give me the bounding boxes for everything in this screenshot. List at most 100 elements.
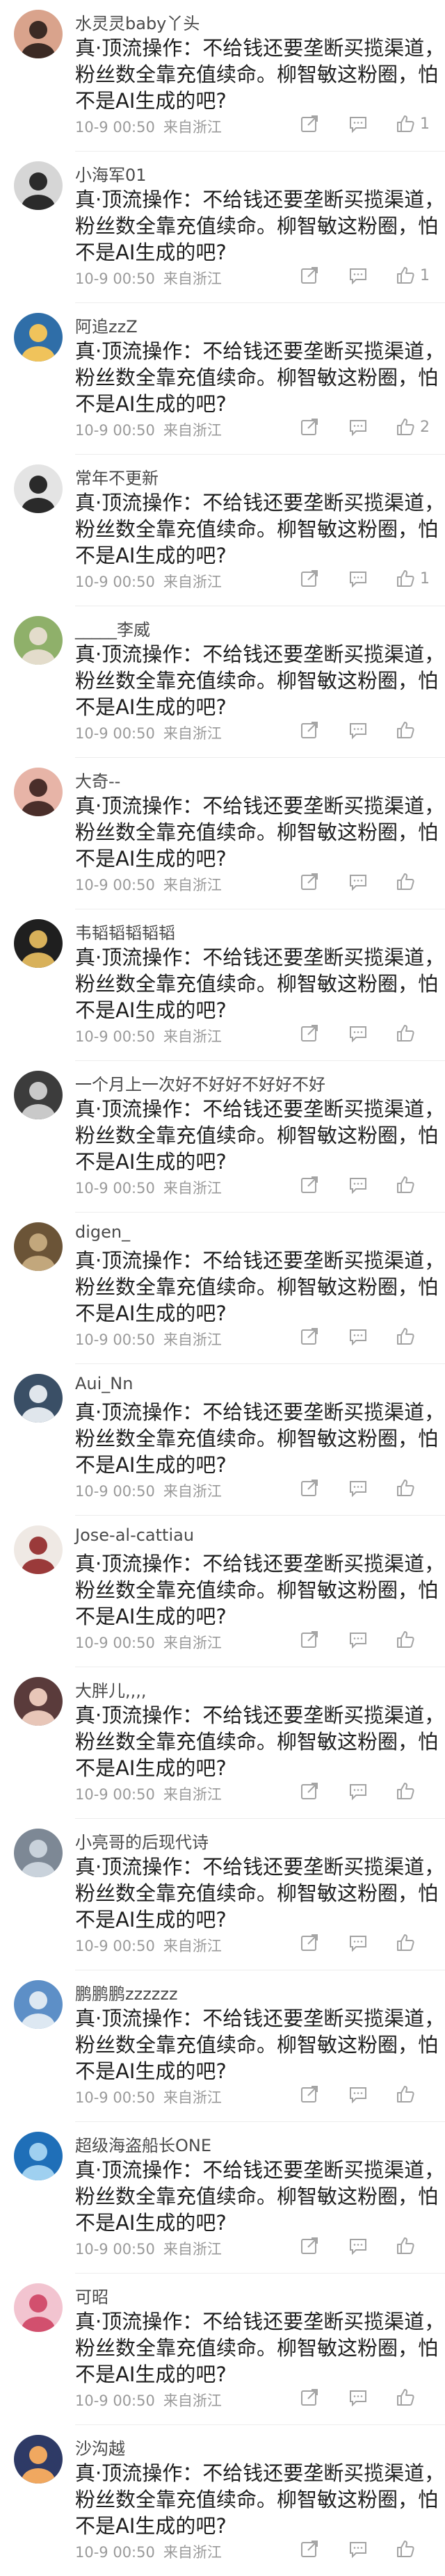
reply-button[interactable] [348, 1171, 369, 1199]
avatar[interactable] [14, 2132, 63, 2180]
comment-text-line: 不是AI生成的吧? [75, 89, 227, 113]
share-icon [299, 416, 320, 437]
like-button[interactable] [395, 1322, 420, 1350]
like-button[interactable] [395, 1019, 420, 1047]
reply-button[interactable] [348, 1929, 369, 1957]
reply-button[interactable] [348, 1322, 369, 1350]
share-button[interactable] [299, 110, 320, 138]
like-button[interactable] [395, 2383, 420, 2411]
like-button[interactable] [395, 716, 420, 744]
share-button[interactable] [299, 261, 320, 289]
comment-meta: 10-9 00:50 来自浙江 [75, 1177, 222, 1198]
like-button[interactable] [395, 1171, 420, 1199]
thumbs-up-icon [395, 1023, 416, 1044]
username[interactable]: 小亮哥的后现代诗 [75, 1829, 209, 1853]
username[interactable]: 大奇-- [75, 768, 120, 792]
like-button[interactable]: 1 [395, 565, 430, 592]
username[interactable]: digen_ [75, 1222, 130, 1242]
share-button[interactable] [299, 868, 320, 896]
username[interactable]: 超级海盗船长ONE [75, 2132, 211, 2156]
share-button[interactable] [299, 1474, 320, 1502]
comment-item: 阿追zzZ 真·顶流操作：不给钱还要垄断买揽渠道， 粉丝数全靠充值续命。柳智敏这… [0, 303, 445, 455]
like-button[interactable] [395, 2232, 420, 2260]
username[interactable]: 阿追zzZ [75, 313, 138, 337]
share-button[interactable] [299, 1626, 320, 1653]
avatar[interactable] [14, 1071, 63, 1119]
like-button[interactable] [395, 1626, 420, 1653]
reply-button[interactable] [348, 413, 369, 441]
comment-item: 水灵灵baby丫头 真·顶流操作：不给钱还要垄断买揽渠道， 粉丝数全靠充值续命。… [0, 0, 445, 152]
share-button[interactable] [299, 716, 320, 744]
avatar[interactable] [14, 616, 63, 665]
like-button[interactable] [395, 1929, 420, 1957]
username[interactable]: Jose-al-cattiau [75, 1525, 194, 1545]
avatar[interactable] [14, 1980, 63, 2029]
like-button[interactable] [395, 2535, 420, 2563]
reply-button[interactable] [348, 1474, 369, 1502]
avatar[interactable] [14, 464, 63, 513]
comment-time: 10-9 00:50 [75, 422, 155, 439]
avatar[interactable] [14, 919, 63, 968]
reply-button[interactable] [348, 261, 369, 289]
like-button[interactable] [395, 1474, 420, 1502]
share-button[interactable] [299, 2383, 320, 2411]
share-button[interactable] [299, 2232, 320, 2260]
share-button[interactable] [299, 2080, 320, 2108]
share-button[interactable] [299, 565, 320, 592]
avatar[interactable] [14, 2435, 63, 2484]
like-button[interactable]: 2 [395, 413, 430, 441]
reply-button[interactable] [348, 2080, 369, 2108]
reply-button[interactable] [348, 565, 369, 592]
share-button[interactable] [299, 413, 320, 441]
username[interactable]: 大胖儿,,,, [75, 1677, 147, 1701]
reply-button[interactable] [348, 2383, 369, 2411]
username[interactable]: 可昭 [75, 2283, 108, 2308]
username[interactable]: 小海军01 [75, 161, 147, 186]
comment-text-line: 不是AI生成的吧? [75, 847, 227, 870]
avatar[interactable] [14, 1374, 63, 1423]
share-button[interactable] [299, 1171, 320, 1199]
share-button[interactable] [299, 1929, 320, 1957]
reply-button[interactable] [348, 868, 369, 896]
username[interactable]: 水灵灵baby丫头 [75, 10, 200, 34]
comment-text-line: 不是AI生成的吧? [75, 241, 227, 264]
username[interactable]: 韦韬韬韬韬韬 [75, 919, 175, 943]
reply-button[interactable] [348, 2535, 369, 2563]
share-button[interactable] [299, 1019, 320, 1047]
avatar[interactable] [14, 1829, 63, 1877]
username[interactable]: 沙沟越 [75, 2435, 125, 2459]
username[interactable]: 常年不更新 [75, 464, 159, 489]
avatar[interactable] [14, 313, 63, 362]
share-button[interactable] [299, 1322, 320, 1350]
avatar[interactable] [14, 768, 63, 816]
avatar[interactable] [14, 2283, 63, 2332]
avatar[interactable] [14, 161, 63, 210]
username[interactable]: _____李威 [75, 616, 150, 640]
reply-button[interactable] [348, 110, 369, 138]
share-button[interactable] [299, 2535, 320, 2563]
share-button[interactable] [299, 1777, 320, 1805]
reply-button[interactable] [348, 2232, 369, 2260]
thumbs-up-icon [395, 2387, 416, 2408]
like-button[interactable] [395, 1777, 420, 1805]
share-icon [299, 265, 320, 286]
reply-button[interactable] [348, 1626, 369, 1653]
like-button[interactable] [395, 868, 420, 896]
reply-button[interactable] [348, 1777, 369, 1805]
like-button[interactable]: 1 [395, 261, 430, 289]
like-button[interactable]: 1 [395, 110, 430, 138]
thumbs-up-icon [395, 2235, 416, 2256]
reply-button[interactable] [348, 1019, 369, 1047]
username[interactable]: 一个月上一次好不好好不好好不好 [75, 1071, 325, 1095]
avatar[interactable] [14, 1677, 63, 1726]
comment-icon [348, 2538, 369, 2559]
avatar[interactable] [14, 10, 63, 58]
avatar[interactable] [14, 1222, 63, 1271]
reply-button[interactable] [348, 716, 369, 744]
username[interactable]: Aui_Nn [75, 1374, 133, 1393]
like-button[interactable] [395, 2080, 420, 2108]
username[interactable]: 鹏鹏鹏zzzzzz [75, 1980, 178, 2004]
comment-location: 来自浙江 [163, 1635, 222, 1651]
avatar[interactable] [14, 1525, 63, 1574]
comment-text: 真·顶流操作：不给钱还要垄断买揽渠道， 粉丝数全靠充值续命。柳智敏这粉圈，怕 不… [75, 1702, 444, 1781]
